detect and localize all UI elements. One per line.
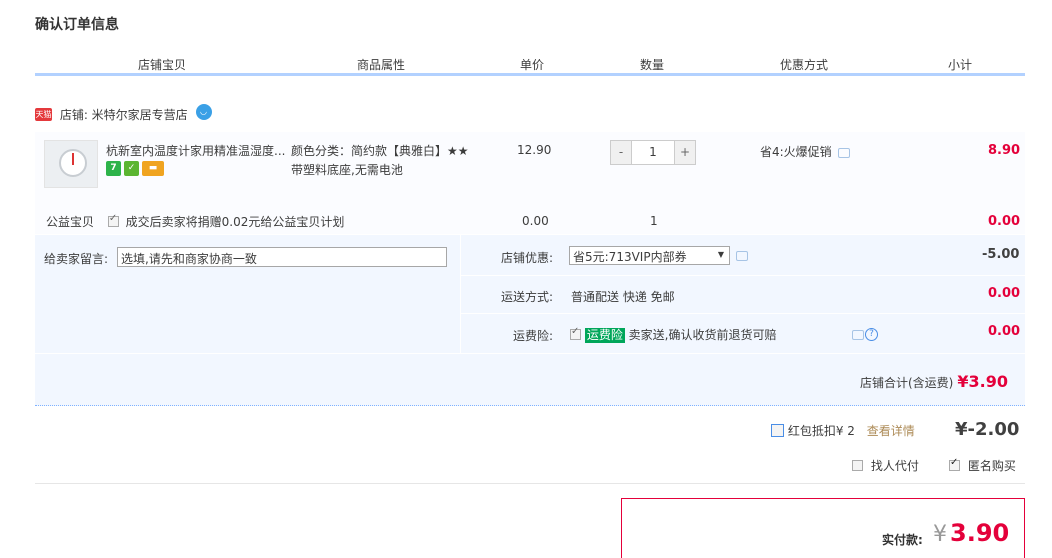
insurance-text: 卖家送,确认收货前退货可赔: [628, 328, 777, 342]
dropdown-arrow-icon: ▼: [717, 250, 724, 259]
attr-line-1: 颜色分类：简约款【典雅白】★★: [291, 144, 469, 158]
welfare-row: 公益宝贝 成交后卖家将捐赠0.02元给公益宝贝计划: [46, 213, 344, 230]
help-icon[interactable]: ?: [865, 328, 878, 341]
col-unit-price: 单价: [520, 58, 545, 72]
shipping-method: 普通配送 快递 免邮: [571, 290, 675, 304]
shop-name[interactable]: 店铺: 米特尔家居专营店: [60, 108, 188, 122]
redpacket-label: 红包抵扣¥ 2: [787, 424, 855, 438]
shop-total: 店铺合计(含运费) ¥3.90: [860, 372, 1008, 391]
product-thumbnail[interactable]: [44, 140, 98, 188]
redpacket-checkbox[interactable]: [771, 424, 784, 437]
product-attributes: 颜色分类：简约款【典雅白】★★ 带塑料底座,无需电池: [291, 142, 469, 180]
quality-guarantee-icon: ✓: [124, 161, 139, 176]
attr-line-2: 带塑料底座,无需电池: [291, 163, 403, 177]
shop-discount-select[interactable]: 省5元:713VIP内部券 ▼: [569, 246, 730, 265]
credit-card-icon: ▬: [142, 161, 164, 176]
col-attributes: 商品属性: [357, 58, 406, 72]
anonymous-option: 匿名购买: [949, 457, 1016, 474]
seller-note-label: 给卖家留言:: [44, 252, 109, 266]
insurance-checkbox[interactable]: [570, 326, 581, 340]
anonymous-label[interactable]: 匿名购买: [968, 459, 1016, 473]
payment-currency: ¥: [933, 522, 947, 547]
qty-input[interactable]: 1: [631, 141, 675, 164]
seller-note-input[interactable]: 选填,请先和商家协商一致: [117, 247, 447, 267]
payment-value: 3.90: [950, 519, 1010, 547]
unit-price: 12.90: [517, 143, 552, 157]
col-subtotal: 小计: [948, 58, 973, 72]
insurance-info-icon[interactable]: [852, 330, 864, 340]
row-divider: [35, 353, 1025, 354]
col-discount: 优惠方式: [780, 58, 829, 72]
welfare-text: 成交后卖家将捐赠0.02元给公益宝贝计划: [125, 215, 345, 229]
welfare-checkbox[interactable]: [107, 213, 119, 227]
payment-label: 实付款:: [882, 533, 923, 547]
welfare-price: 0.00: [522, 214, 549, 228]
row-divider: [460, 313, 1025, 314]
panel-divider: [460, 235, 461, 353]
shop-discount-value: 省5元:713VIP内部券: [573, 250, 687, 264]
shop-header: 天猫 店铺: 米特尔家居专营店 ◡: [35, 103, 212, 123]
redpacket-detail-link[interactable]: 查看详情: [867, 424, 915, 438]
insurance-tag: 运费险: [584, 328, 625, 343]
redpacket-row: 红包抵扣¥ 2 查看详情: [771, 422, 915, 439]
discount-info-icon[interactable]: [736, 251, 748, 261]
redpacket-amount: ¥-2.00: [955, 419, 1020, 440]
insurance-row: 运费险 卖家送,确认收货前退货可赔: [570, 326, 777, 343]
anonymous-checkbox[interactable]: [949, 457, 960, 471]
item-promotion: 省4:火爆促销: [760, 143, 850, 160]
shipping-amount: 0.00: [988, 286, 1021, 301]
insurance-label: 运费险:: [513, 329, 554, 343]
seven-day-return-icon: 7: [106, 161, 121, 176]
quantity-stepper: - 1 +: [610, 140, 696, 165]
product-name[interactable]: 杭新室内温度计家用精准温湿度...: [106, 142, 285, 159]
qty-decrease-button[interactable]: -: [611, 141, 631, 164]
tmall-logo-icon: 天猫: [35, 108, 52, 121]
col-quantity: 数量: [640, 58, 665, 72]
welfare-subtotal: 0.00: [988, 214, 1021, 229]
shop-discount-amount: -5.00: [982, 247, 1020, 262]
shop-discount-label: 店铺优惠:: [501, 251, 554, 265]
proxy-pay-checkbox[interactable]: [852, 460, 863, 471]
shop-total-label: 店铺合计(含运费): [860, 376, 954, 390]
wangwang-chat-icon[interactable]: ◡: [195, 103, 212, 120]
shop-total-value: ¥3.90: [957, 372, 1008, 391]
section-divider: [35, 483, 1025, 484]
table-header: 店铺宝贝 商品属性 单价 数量 优惠方式 小计: [35, 50, 1025, 76]
welfare-label: 公益宝贝: [46, 215, 95, 229]
proxy-pay-label[interactable]: 找人代付: [871, 459, 919, 473]
page-title: 确认订单信息: [35, 17, 119, 33]
service-badges: 7 ✓ ▬: [106, 161, 167, 176]
welfare-qty: 1: [650, 214, 658, 228]
insurance-amount: 0.00: [988, 324, 1021, 339]
col-shop-item: 店铺宝贝: [138, 58, 187, 72]
promo-info-icon[interactable]: [837, 147, 850, 158]
row-divider: [460, 275, 1025, 276]
qty-increase-button[interactable]: +: [675, 141, 695, 164]
promo-label: 省4:火爆促销: [760, 145, 832, 159]
payment-total: ¥3.90: [933, 519, 1009, 547]
item-subtotal: 8.90: [988, 143, 1021, 158]
shipping-label: 运送方式:: [501, 290, 554, 304]
proxy-pay-option: 找人代付: [852, 457, 919, 474]
